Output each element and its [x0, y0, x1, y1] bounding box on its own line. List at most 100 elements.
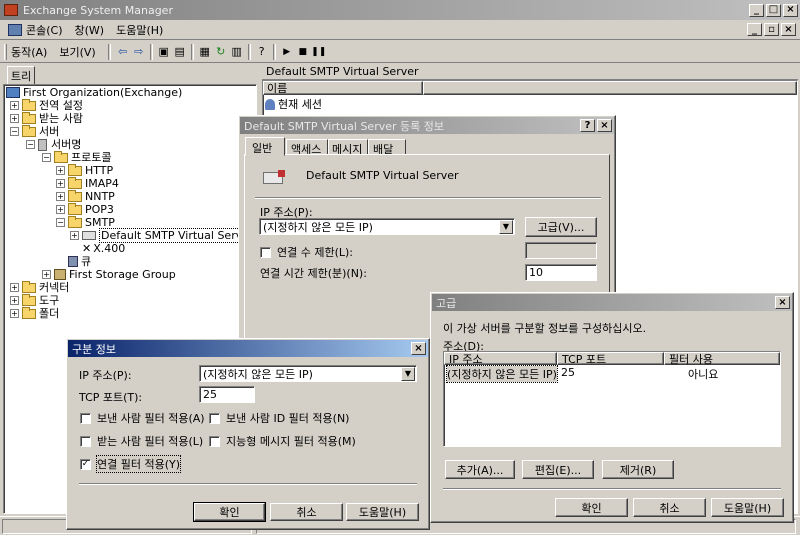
identification-title-bar[interactable]: 구분 정보 ×: [68, 340, 428, 357]
expand-icon[interactable]: +: [56, 192, 65, 201]
refresh-icon[interactable]: ↻: [213, 44, 229, 60]
expand-icon[interactable]: +: [10, 283, 19, 292]
child-close-icon[interactable]: ×: [781, 23, 796, 36]
tree-item-nntp[interactable]: + NNTP: [56, 189, 115, 203]
tree-item-connectors[interactable]: + 커넥터: [10, 280, 69, 294]
tree-tab-header[interactable]: 트리: [3, 64, 257, 86]
back-arrow-icon[interactable]: ⇦: [115, 44, 131, 60]
list-item[interactable]: 현재 세션: [265, 96, 322, 112]
tree-item-servers[interactable]: − 서버: [10, 124, 59, 138]
table-row[interactable]: (지정하지 않은 모든 IP) 25 아니요: [444, 365, 780, 383]
tcp-port-field[interactable]: 25: [199, 386, 255, 403]
tree-item-http[interactable]: + HTTP: [56, 163, 113, 177]
tree-tab[interactable]: 트리: [7, 66, 36, 86]
tree-item-recipients[interactable]: + 받는 사람: [10, 111, 83, 125]
checkbox-box[interactable]: [209, 435, 220, 447]
column-header-blank[interactable]: [423, 81, 797, 95]
tab-access[interactable]: 액세스: [286, 139, 328, 156]
tree-item-folders[interactable]: + 폴더: [10, 306, 59, 320]
tree-item-pop3[interactable]: + POP3: [56, 202, 114, 216]
checkbox-box[interactable]: [209, 412, 220, 424]
expand-icon[interactable]: +: [10, 296, 19, 305]
collapse-icon[interactable]: −: [26, 140, 35, 149]
help-icon[interactable]: ?: [254, 44, 270, 60]
tree-item-tools[interactable]: + 도구: [10, 293, 59, 307]
expand-icon[interactable]: +: [10, 101, 19, 110]
close-icon[interactable]: ×: [775, 296, 790, 309]
properties-icon[interactable]: ▦: [197, 44, 213, 60]
column-filter-enabled[interactable]: 필터 사용: [664, 352, 780, 366]
intelligent-filter-checkbox[interactable]: 지능형 메시지 필터 적용(M): [209, 433, 356, 449]
column-tcp-port[interactable]: TCP 포트: [557, 352, 664, 366]
stop-icon[interactable]: ■: [295, 44, 311, 60]
tree-item-default-smtp[interactable]: + Default SMTP Virtual Server: [70, 228, 256, 243]
checkbox-box[interactable]: [80, 412, 91, 424]
tree-item-x400[interactable]: ✕ X.400: [70, 242, 125, 255]
add-button[interactable]: 추가(A)...: [445, 460, 515, 479]
menu-view[interactable]: 보기(V): [59, 44, 95, 60]
cancel-button[interactable]: 취소: [633, 498, 706, 517]
menu-action[interactable]: 동작(A): [11, 44, 47, 60]
ok-button[interactable]: 확인: [555, 498, 628, 517]
timeout-field[interactable]: 10: [525, 264, 597, 281]
expand-icon[interactable]: +: [10, 114, 19, 123]
close-icon[interactable]: ×: [411, 342, 426, 355]
sender-id-filter-checkbox[interactable]: 보낸 사람 ID 필터 적용(N): [209, 410, 349, 426]
limit-connections-checkbox[interactable]: 연결 수 제한(L):: [260, 244, 353, 260]
maximize-icon[interactable]: □: [766, 3, 781, 17]
collapse-icon[interactable]: −: [56, 218, 65, 227]
collapse-icon[interactable]: −: [10, 127, 19, 136]
cancel-button[interactable]: 취소: [270, 503, 343, 521]
collapse-icon[interactable]: −: [42, 153, 51, 162]
ident-ip-select[interactable]: (지정하지 않은 모든 IP) ▼: [199, 365, 417, 382]
column-header-name[interactable]: 이름: [263, 81, 423, 95]
sender-filter-checkbox[interactable]: 보낸 사람 필터 적용(A): [80, 410, 205, 426]
chevron-down-icon[interactable]: ▼: [499, 219, 513, 234]
properties-title-bar[interactable]: Default SMTP Virtual Server 등록 정보 ? ×: [240, 117, 614, 134]
help-button[interactable]: 도움말(H): [346, 503, 419, 521]
advanced-button[interactable]: 고급(V)...: [525, 217, 597, 237]
close-icon[interactable]: ×: [597, 119, 612, 132]
tree-item-server-name[interactable]: − 서버명: [26, 138, 81, 151]
expand-icon[interactable]: +: [56, 179, 65, 188]
menu-window[interactable]: 창(W): [75, 22, 105, 38]
column-ip-address[interactable]: IP 주소: [444, 352, 557, 366]
ip-address-select[interactable]: (지정하지 않은 모든 IP) ▼: [259, 218, 515, 235]
tree-item-protocols[interactable]: − 프로토콜: [42, 150, 111, 164]
identification-dialog[interactable]: 구분 정보 × IP 주소(P): (지정하지 않은 모든 IP) ▼ TCP …: [66, 338, 430, 530]
show-tree-icon[interactable]: ▤: [172, 44, 188, 60]
checkbox-checked[interactable]: ✓: [80, 458, 91, 470]
help-icon[interactable]: ?: [580, 119, 595, 132]
chevron-down-icon[interactable]: ▼: [401, 366, 415, 381]
expand-icon[interactable]: +: [56, 166, 65, 175]
main-title-bar[interactable]: Exchange System Manager _ □ ×: [0, 0, 800, 20]
menu-console[interactable]: 콘솔(C): [26, 22, 63, 38]
export-list-icon[interactable]: ▥: [229, 44, 245, 60]
tree-item-organization[interactable]: First Organization(Exchange): [6, 86, 182, 99]
close-icon[interactable]: ×: [783, 3, 798, 17]
advanced-dialog[interactable]: 고급 × 이 가상 서버를 구분할 정보를 구성하십시오. 주소(D): IP …: [430, 292, 794, 523]
advanced-title-bar[interactable]: 고급 ×: [432, 294, 792, 311]
address-list[interactable]: IP 주소 TCP 포트 필터 사용 (지정하지 않은 모든 IP) 25 아니…: [443, 351, 781, 447]
pause-icon[interactable]: ❚❚: [311, 44, 327, 60]
menu-help[interactable]: 도움말(H): [116, 22, 163, 38]
child-restore-icon[interactable]: ▫: [764, 23, 779, 36]
tree-item-queues[interactable]: 큐: [56, 255, 91, 268]
tree-item-global-settings[interactable]: + 전역 설정: [10, 98, 83, 112]
expand-icon[interactable]: +: [56, 205, 65, 214]
expand-icon[interactable]: +: [70, 231, 79, 240]
remove-button[interactable]: 제거(R): [602, 460, 674, 479]
expand-icon[interactable]: +: [42, 270, 51, 279]
connection-filter-checkbox[interactable]: ✓ 연결 필터 적용(Y): [80, 455, 182, 473]
edit-button[interactable]: 편집(E)...: [522, 460, 594, 479]
checkbox-box[interactable]: [260, 246, 271, 258]
help-button[interactable]: 도움말(H): [711, 498, 784, 517]
expand-icon[interactable]: +: [10, 309, 19, 318]
recipient-filter-checkbox[interactable]: 받는 사람 필터 적용(L): [80, 433, 203, 449]
minimize-icon[interactable]: _: [749, 3, 764, 17]
start-icon[interactable]: ▶: [279, 44, 295, 60]
ok-button[interactable]: 확인: [193, 502, 266, 522]
child-minimize-icon[interactable]: _: [747, 23, 762, 36]
tab-delivery[interactable]: 배달: [368, 139, 406, 156]
tab-general[interactable]: 일반: [245, 137, 285, 156]
